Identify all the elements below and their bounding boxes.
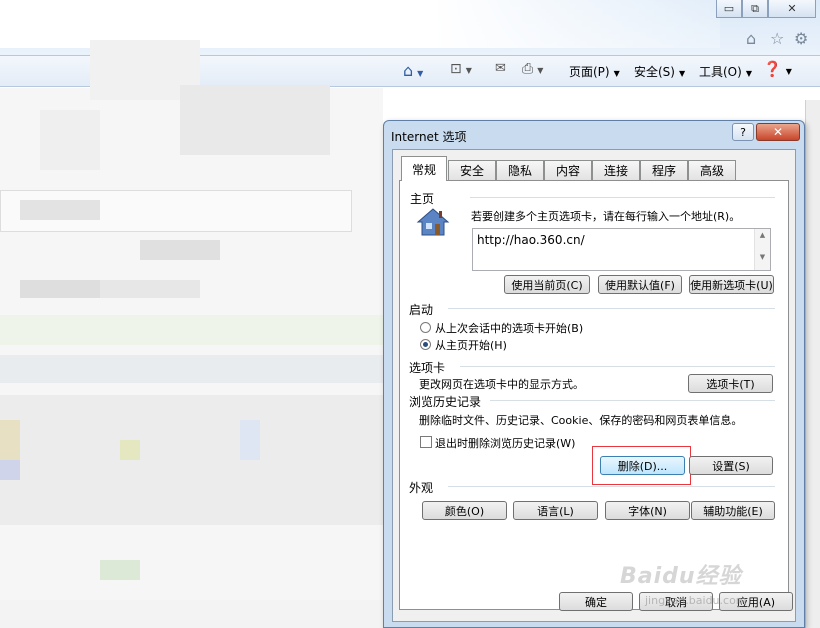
delete-on-exit-label: 退出时删除浏览历史记录(W) — [435, 437, 576, 450]
general-tab-panel: 主页 若要创建多个主页选项卡，请在每行输入一个地址(R)。 http://hao… — [399, 180, 789, 610]
home-icon[interactable]: ⌂ ▼ — [403, 61, 423, 80]
tab-programs[interactable]: 程序 — [640, 160, 688, 180]
history-heading: 浏览历史记录 — [409, 395, 482, 409]
baidu-watermark: Baidu经验 — [620, 564, 742, 589]
minimize-button[interactable]: ▭ — [716, 0, 742, 18]
tabs-button[interactable]: 选项卡(T) — [688, 374, 773, 393]
divider — [460, 366, 775, 367]
divider — [470, 197, 775, 198]
accessibility-button[interactable]: 辅助功能(E) — [691, 501, 775, 520]
dialog-title: Internet 选项 — [391, 130, 467, 144]
tab-general[interactable]: 常规 — [401, 156, 447, 181]
divider — [490, 400, 775, 401]
homepage-url-text[interactable]: http://hao.360.cn/ — [477, 233, 585, 247]
help-icon[interactable]: ❓ ▼ — [763, 60, 792, 78]
scroll-down-icon[interactable]: ▼ — [755, 253, 770, 261]
startup-option-1-label: 从上次会话中的选项卡开始(B) — [435, 322, 584, 335]
homepage-url-field[interactable]: http://hao.360.cn/ ▲ ▼ — [472, 228, 771, 271]
use-current-button[interactable]: 使用当前页(C) — [504, 275, 590, 294]
homepage-heading: 主页 — [410, 192, 435, 206]
gear-icon[interactable]: ⚙ — [794, 29, 808, 48]
print-icon[interactable]: ⎙ ▼ — [522, 61, 543, 77]
startup-homepage-radio[interactable] — [420, 339, 431, 350]
divider — [448, 486, 775, 487]
scroll-up-icon[interactable]: ▲ — [755, 231, 770, 239]
watermark-url: jingyan.baidu.com — [645, 594, 747, 607]
tabs-heading: 选项卡 — [409, 361, 446, 375]
internet-options-dialog: Internet 选项 ? ✕ 常规 安全 隐私 内容 连接 程序 高级 主页 … — [383, 120, 805, 628]
tab-content[interactable]: 内容 — [544, 160, 592, 180]
restore-button[interactable]: ⧉ — [742, 0, 768, 18]
tab-connections[interactable]: 连接 — [592, 160, 640, 180]
use-default-button[interactable]: 使用默认值(F) — [598, 275, 682, 294]
delete-history-button[interactable]: 删除(D)... — [600, 456, 685, 475]
fonts-button[interactable]: 字体(N) — [605, 501, 690, 520]
window-close-button[interactable]: ✕ — [768, 0, 816, 18]
startup-last-session-radio[interactable] — [420, 322, 431, 333]
tab-advanced[interactable]: 高级 — [688, 160, 736, 180]
ok-button[interactable]: 确定 — [559, 592, 633, 611]
delete-on-exit-checkbox[interactable] — [420, 436, 432, 448]
divider — [448, 308, 775, 309]
dialog-body: 常规 安全 隐私 内容 连接 程序 高级 主页 若要创建多个主页选项卡，请在每行… — [392, 149, 796, 622]
tab-privacy[interactable]: 隐私 — [496, 160, 544, 180]
tabs-description: 更改网页在选项卡中的显示方式。 — [419, 378, 584, 391]
homepage-hint: 若要创建多个主页选项卡，请在每行输入一个地址(R)。 — [471, 210, 741, 223]
use-new-tab-button[interactable]: 使用新选项卡(U) — [689, 275, 774, 294]
close-button[interactable]: ✕ — [756, 123, 800, 141]
tab-security[interactable]: 安全 — [448, 160, 496, 180]
appearance-heading: 外观 — [409, 481, 434, 495]
help-button[interactable]: ? — [732, 123, 754, 141]
page-menu[interactable]: 页面(P) ▼ — [569, 63, 620, 80]
home-icon[interactable]: ⌂ — [746, 29, 756, 48]
tools-menu[interactable]: 工具(O) ▼ — [699, 63, 752, 80]
feeds-icon[interactable]: ⊡ ▼ — [450, 61, 472, 77]
startup-heading: 启动 — [409, 303, 434, 317]
house-icon — [416, 207, 450, 237]
mail-icon[interactable]: ✉ — [495, 61, 506, 76]
star-icon[interactable]: ☆ — [770, 29, 784, 48]
history-settings-button[interactable]: 设置(S) — [689, 456, 773, 475]
colors-button[interactable]: 颜色(O) — [422, 501, 507, 520]
languages-button[interactable]: 语言(L) — [513, 501, 598, 520]
startup-option-2-label: 从主页开始(H) — [435, 339, 507, 352]
safety-menu[interactable]: 安全(S) ▼ — [634, 63, 685, 80]
url-scrollbar[interactable]: ▲ ▼ — [754, 229, 770, 270]
history-description: 删除临时文件、历史记录、Cookie、保存的密码和网页表单信息。 — [419, 414, 743, 427]
